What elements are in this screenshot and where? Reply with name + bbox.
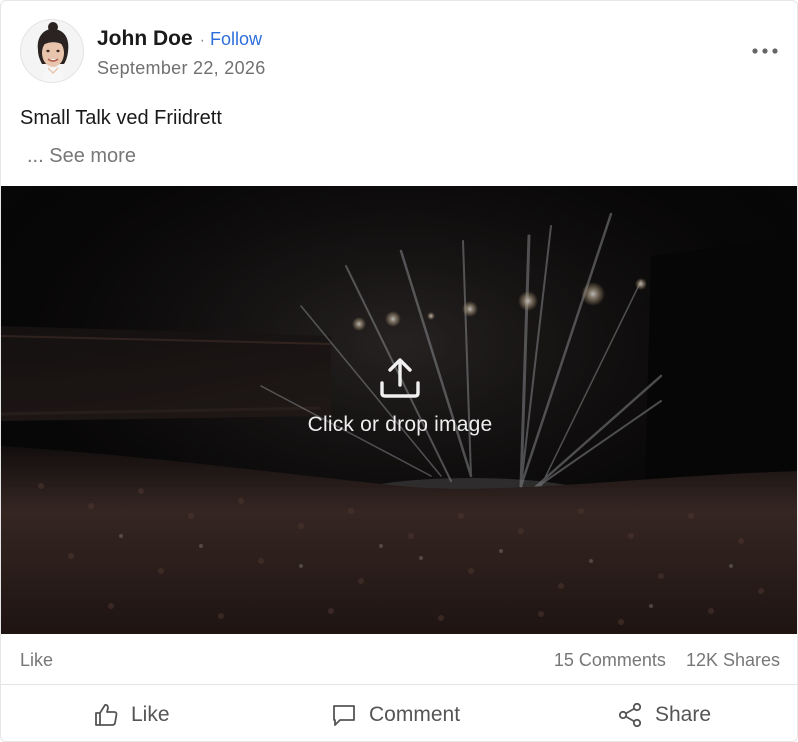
post-header: John Doe · Follow September 22, 2026: [1, 1, 797, 91]
author-row: John Doe · Follow: [97, 27, 262, 51]
avatar[interactable]: [20, 19, 84, 83]
stats-right: 15 Comments 12K Shares: [554, 650, 780, 671]
like-count[interactable]: Like: [20, 650, 53, 671]
separator-dot: ·: [199, 32, 205, 49]
more-horizontal-icon: [752, 48, 778, 54]
share-button[interactable]: Share: [617, 686, 712, 741]
avatar-image: [21, 20, 83, 82]
like-button[interactable]: Like: [93, 686, 170, 741]
comments-count[interactable]: 15 Comments: [554, 650, 666, 671]
post-card: John Doe · Follow September 22, 2026 Sma…: [0, 0, 798, 742]
action-bar: Like Comment Share: [1, 686, 797, 741]
upload-overlay[interactable]: Click or drop image: [1, 186, 797, 634]
see-more-link[interactable]: ... See more: [27, 145, 136, 168]
share-icon: [618, 702, 642, 727]
upload-icon: [380, 358, 420, 398]
shares-count[interactable]: 12K Shares: [686, 650, 780, 671]
upload-label: Click or drop image: [307, 413, 493, 436]
more-options-button[interactable]: [749, 39, 781, 63]
comment-button-label: Comment: [369, 702, 461, 726]
engagement-stats: Like 15 Comments 12K Shares: [1, 634, 797, 685]
post-text: Small Talk ved Friidrett: [20, 107, 222, 129]
image-dropzone[interactable]: Click or drop image: [1, 186, 797, 634]
author-name[interactable]: John Doe: [97, 27, 193, 51]
follow-link[interactable]: Follow: [210, 29, 262, 50]
share-button-label: Share: [655, 702, 712, 726]
thumbs-up-icon: [95, 703, 118, 726]
post-date: September 22, 2026: [97, 58, 266, 78]
like-button-label: Like: [131, 702, 170, 726]
comment-icon: [333, 704, 355, 726]
comment-button[interactable]: Comment: [331, 686, 461, 741]
